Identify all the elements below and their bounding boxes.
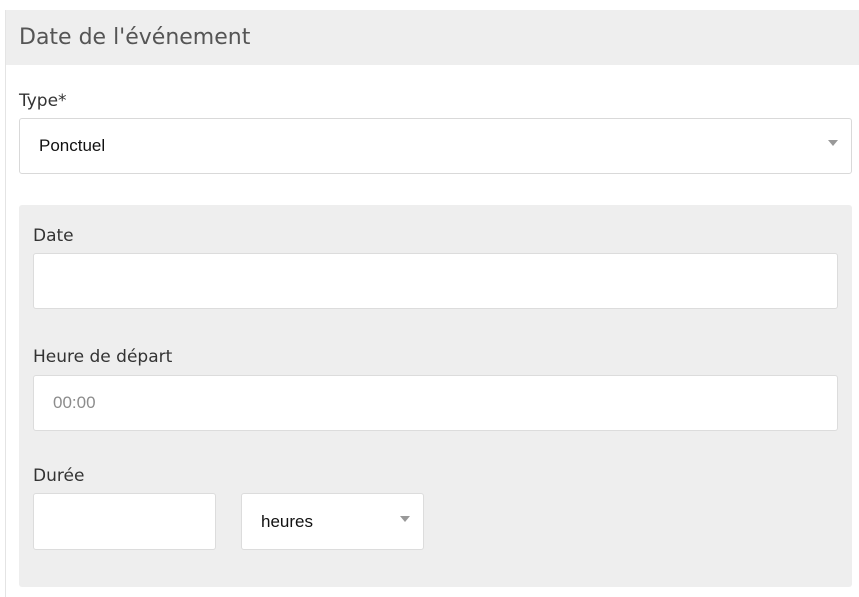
start-time-field-wrapper — [33, 375, 838, 431]
duration-field-wrapper — [33, 493, 216, 550]
duration-label: Durée — [33, 466, 85, 486]
duration-unit-select[interactable]: heures — [241, 493, 424, 550]
type-label: Type* — [19, 91, 67, 111]
date-field-wrapper — [33, 253, 838, 309]
schedule-panel: Date Heure de départ Durée heures — [19, 205, 852, 587]
card-header: Date de l'événement — [6, 10, 859, 65]
caret-down-icon — [400, 515, 410, 522]
duration-unit-value: heures — [261, 511, 313, 531]
start-time-label: Heure de départ — [33, 347, 173, 367]
event-date-card: Date de l'événement Type* Ponctuel Date … — [5, 10, 859, 597]
start-time-input[interactable] — [34, 376, 837, 430]
date-label: Date — [33, 226, 74, 246]
section-title: Date de l'événement — [19, 25, 251, 50]
type-select-value: Ponctuel — [39, 136, 106, 155]
date-input[interactable] — [34, 254, 837, 308]
caret-down-icon — [828, 140, 838, 146]
type-select[interactable]: Ponctuel — [19, 118, 852, 174]
duration-input[interactable] — [34, 494, 215, 549]
